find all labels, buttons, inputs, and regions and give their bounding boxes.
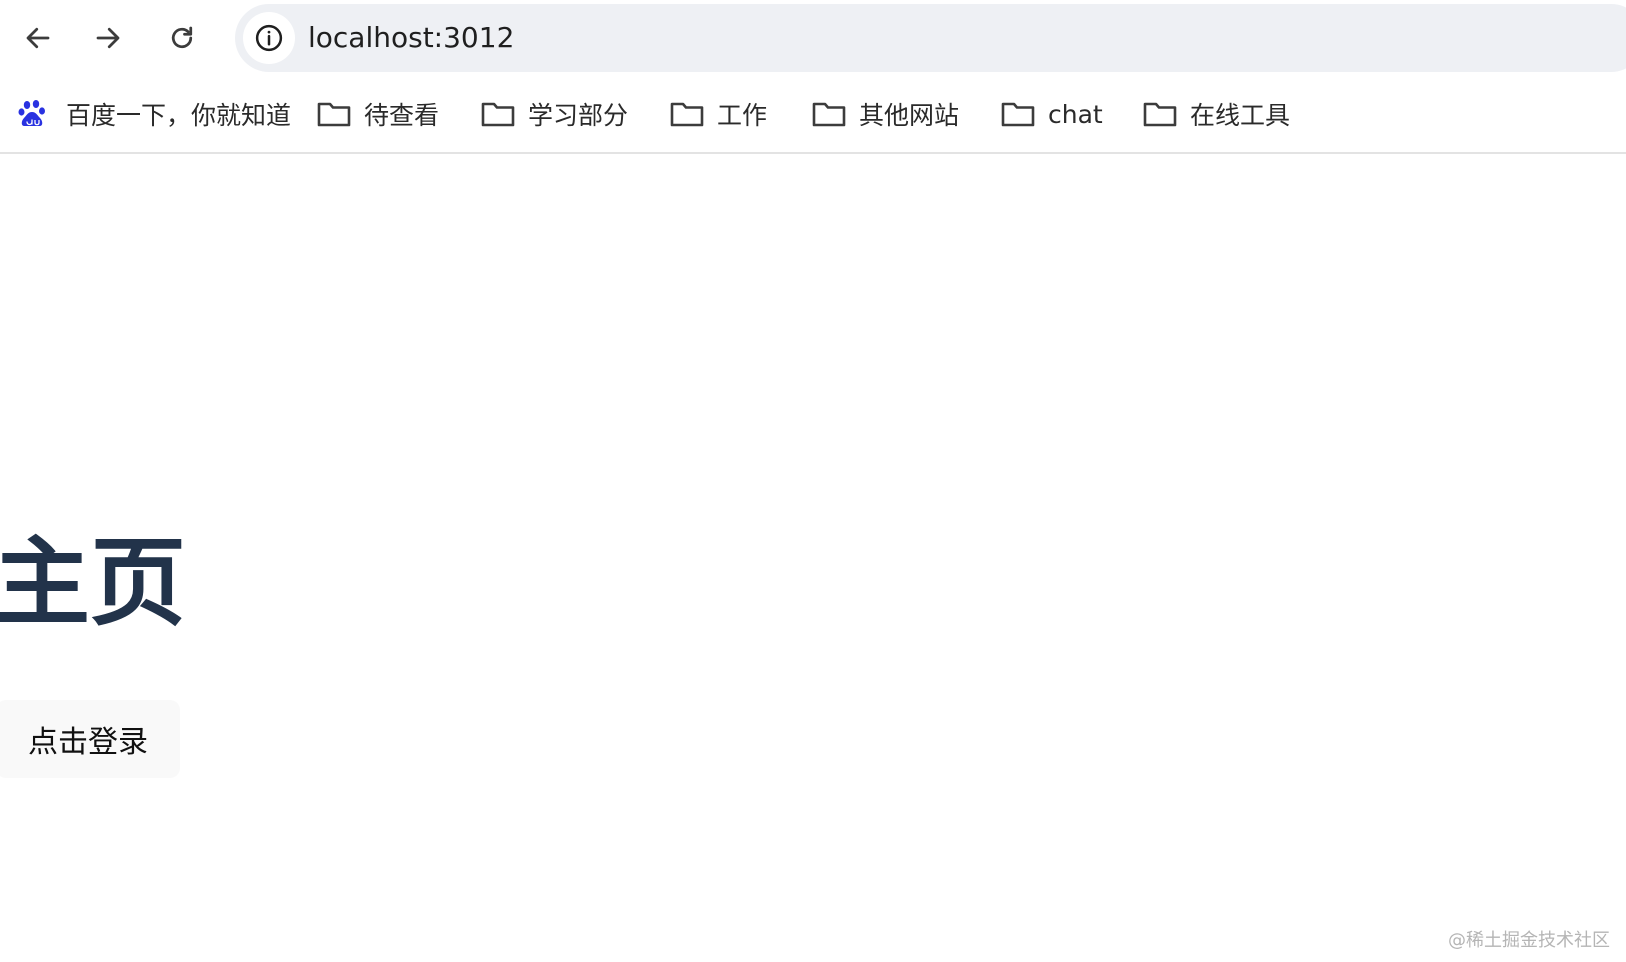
bookmark-folder-study[interactable]: 学习部分 (480, 92, 628, 136)
reload-button[interactable] (160, 16, 204, 60)
bookmark-label: chat (1048, 99, 1103, 129)
back-button[interactable] (16, 16, 60, 60)
bookmark-label: 在线工具 (1190, 101, 1291, 130)
page-title: 主页 (0, 527, 186, 639)
bookmark-folder-other-sites[interactable]: 其他网站 (811, 92, 959, 136)
reload-icon (171, 26, 193, 49)
bookmark-label: 其他网站 (859, 101, 960, 130)
baidu-paw-icon (16, 96, 52, 132)
info-circle-icon (255, 24, 283, 52)
browser-toolbar: localhost:3012 (0, 0, 1626, 76)
bookmark-label: 百度一下，你就知道 (66, 101, 292, 130)
bookmark-baidu[interactable]: 百度一下，你就知道 (16, 92, 291, 136)
arrow-right-icon (96, 27, 120, 49)
bookmark-folder-chat[interactable]: chat (1000, 92, 1103, 136)
bookmark-label: 学习部分 (528, 101, 629, 130)
bookmark-folder-pending[interactable]: 待查看 (316, 92, 439, 136)
folder-icon (480, 96, 516, 132)
folder-icon (669, 96, 705, 132)
address-bar[interactable]: localhost:3012 (235, 4, 1626, 72)
folder-icon (811, 96, 847, 132)
site-info-button[interactable] (243, 12, 295, 64)
forward-button[interactable] (86, 16, 130, 60)
bookmark-label: 待查看 (364, 101, 440, 130)
folder-icon (316, 96, 352, 132)
folder-icon (1142, 96, 1178, 132)
folder-icon (1000, 96, 1036, 132)
watermark: @稀土掘金技术社区 (1448, 930, 1610, 951)
bookmark-folder-online-tools[interactable]: 在线工具 (1142, 92, 1290, 136)
arrow-left-icon (26, 27, 50, 49)
url-text[interactable]: localhost:3012 (308, 4, 514, 72)
login-button[interactable]: 点击登录 (0, 700, 180, 778)
bookmarks-bar: 百度一下，你就知道 待查看 学习部分 工作 其他网站 chat 在线工具 (0, 76, 1626, 154)
bookmark-label: 工作 (717, 101, 768, 130)
bookmark-folder-work[interactable]: 工作 (669, 92, 767, 136)
